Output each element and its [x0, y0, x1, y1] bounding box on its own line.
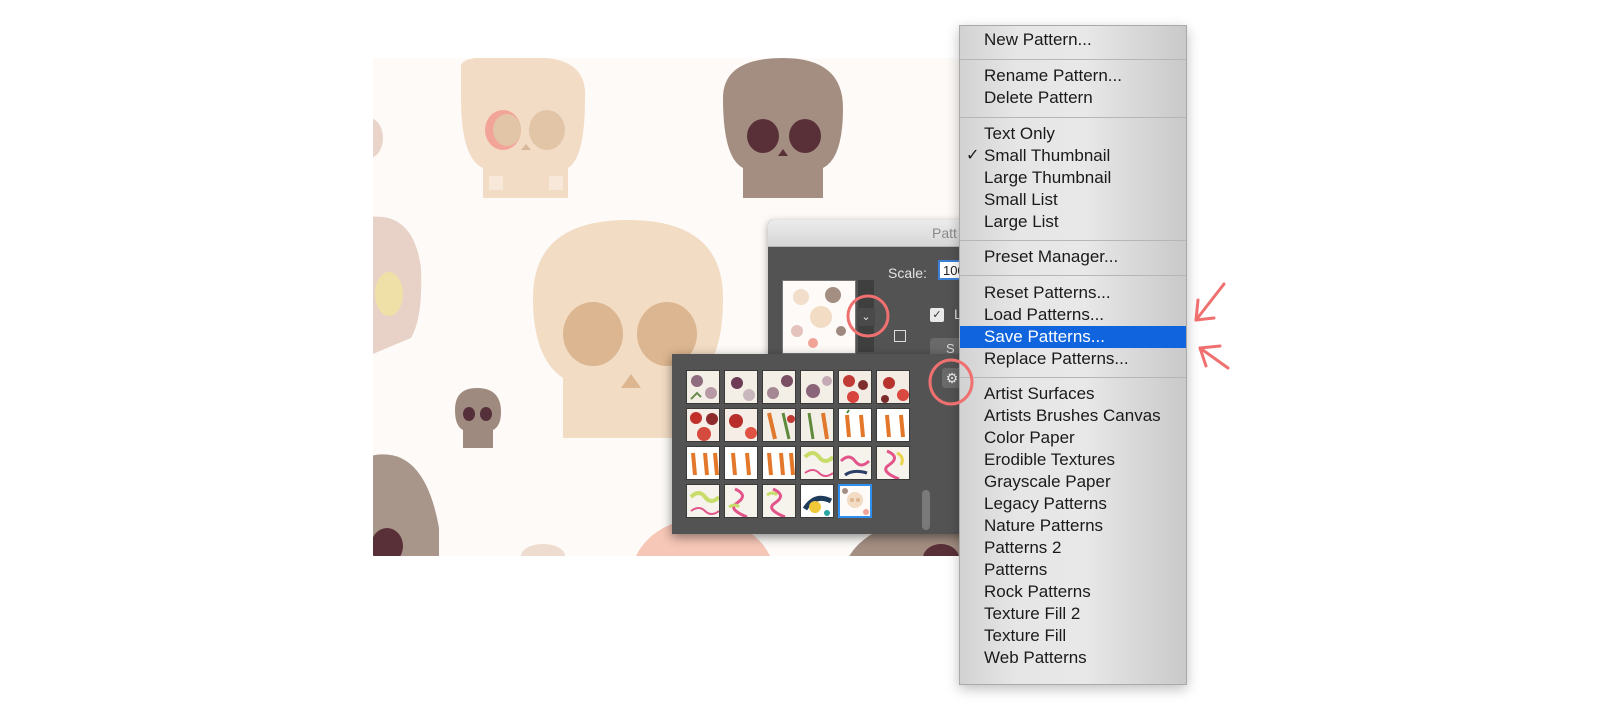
menu-item-erodible-textures[interactable]: Erodible Textures [960, 449, 1186, 471]
skull-art [460, 58, 586, 198]
pattern-swatch[interactable] [762, 408, 796, 442]
menu-item-texture-fill-2[interactable]: Texture Fill 2 [960, 603, 1186, 625]
menu-item-artists-brushes-canvas[interactable]: Artists Brushes Canvas [960, 405, 1186, 427]
pattern-swatch[interactable] [800, 484, 834, 518]
new-preset-icon[interactable] [894, 330, 906, 342]
menu-item-load-patterns[interactable]: Load Patterns... [960, 304, 1186, 326]
menu-item-nature-patterns[interactable]: Nature Patterns [960, 515, 1186, 537]
pattern-preview[interactable] [782, 280, 856, 354]
pattern-swatch[interactable] [686, 484, 720, 518]
pattern-swatch[interactable] [762, 370, 796, 404]
menu-item-web-patterns[interactable]: Web Patterns [960, 647, 1186, 669]
menu-item-rock-patterns[interactable]: Rock Patterns [960, 581, 1186, 603]
pattern-grid [686, 370, 916, 518]
skull-art [373, 454, 439, 556]
menu-separator [960, 275, 1186, 276]
pattern-swatch[interactable] [838, 408, 872, 442]
menu-item-artist-surfaces[interactable]: Artist Surfaces [960, 383, 1186, 405]
menu-separator [960, 377, 1186, 378]
scrollbar-thumb[interactable] [922, 490, 930, 530]
pattern-swatch[interactable] [762, 446, 796, 480]
checkbox-icon[interactable]: ✓ [930, 308, 944, 322]
menu-item-legacy-patterns[interactable]: Legacy Patterns [960, 493, 1186, 515]
pattern-swatch[interactable] [686, 370, 720, 404]
menu-item-grayscale-paper[interactable]: Grayscale Paper [960, 471, 1186, 493]
pattern-swatch[interactable] [686, 446, 720, 480]
pattern-swatch[interactable] [838, 370, 872, 404]
menu-item-large-thumbnail[interactable]: Large Thumbnail [960, 167, 1186, 189]
pattern-swatch[interactable] [762, 484, 796, 518]
pattern-swatch[interactable] [800, 446, 834, 480]
menu-item-texture-fill[interactable]: Texture Fill [960, 625, 1186, 647]
menu-item-reset-patterns[interactable]: Reset Patterns... [960, 282, 1186, 304]
pattern-swatch[interactable] [800, 408, 834, 442]
menu-item-patterns[interactable]: Patterns [960, 559, 1186, 581]
menu-separator [960, 240, 1186, 241]
menu-item-save-patterns[interactable]: Save Patterns... [960, 326, 1186, 348]
menu-item-large-list[interactable]: Large List [960, 211, 1186, 233]
menu-item-text-only[interactable]: Text Only [960, 123, 1186, 145]
skull-art [373, 216, 422, 354]
pattern-swatch[interactable] [876, 408, 910, 442]
pattern-options-menu: New Pattern... Rename Pattern... Delete … [959, 25, 1187, 685]
skull-art [455, 388, 501, 448]
menu-item-delete-pattern[interactable]: Delete Pattern [960, 87, 1186, 109]
pattern-swatch-selected[interactable] [838, 484, 872, 518]
skull-art [723, 58, 843, 198]
menu-item-replace-patterns[interactable]: Replace Patterns... [960, 348, 1186, 370]
menu-separator [960, 117, 1186, 118]
dialog-title: Patt [932, 225, 957, 241]
chevron-down-icon[interactable]: ⌄ [857, 308, 875, 326]
pattern-picker-panel: ⚙ [672, 354, 978, 534]
pattern-swatch[interactable] [724, 446, 758, 480]
pattern-swatch[interactable] [724, 484, 758, 518]
menu-separator [960, 59, 1186, 60]
annotation-arrow-up [1194, 282, 1226, 322]
pattern-swatch[interactable] [724, 408, 758, 442]
pattern-swatch[interactable] [838, 446, 872, 480]
menu-item-patterns-2[interactable]: Patterns 2 [960, 537, 1186, 559]
pattern-swatch[interactable] [800, 370, 834, 404]
scale-label: Scale: [888, 265, 927, 281]
menu-item-small-thumbnail[interactable]: ✓ Small Thumbnail [960, 145, 1186, 167]
menu-item-preset-manager[interactable]: Preset Manager... [960, 246, 1186, 268]
checkmark-icon: ✓ [966, 147, 980, 164]
pattern-swatch[interactable] [876, 370, 910, 404]
skull-art [373, 118, 383, 158]
menu-item-color-paper[interactable]: Color Paper [960, 427, 1186, 449]
picker-scrollbar[interactable] [920, 370, 932, 530]
menu-item-new-pattern[interactable]: New Pattern... [960, 29, 1186, 51]
menu-item-rename-pattern[interactable]: Rename Pattern... [960, 65, 1186, 87]
annotation-arrow-down [1198, 344, 1230, 370]
menu-item-small-list[interactable]: Small List [960, 189, 1186, 211]
pattern-swatch[interactable] [876, 446, 910, 480]
pattern-swatch[interactable] [724, 370, 758, 404]
menu-item-label: Small Thumbnail [984, 146, 1111, 165]
pattern-swatch[interactable] [686, 408, 720, 442]
